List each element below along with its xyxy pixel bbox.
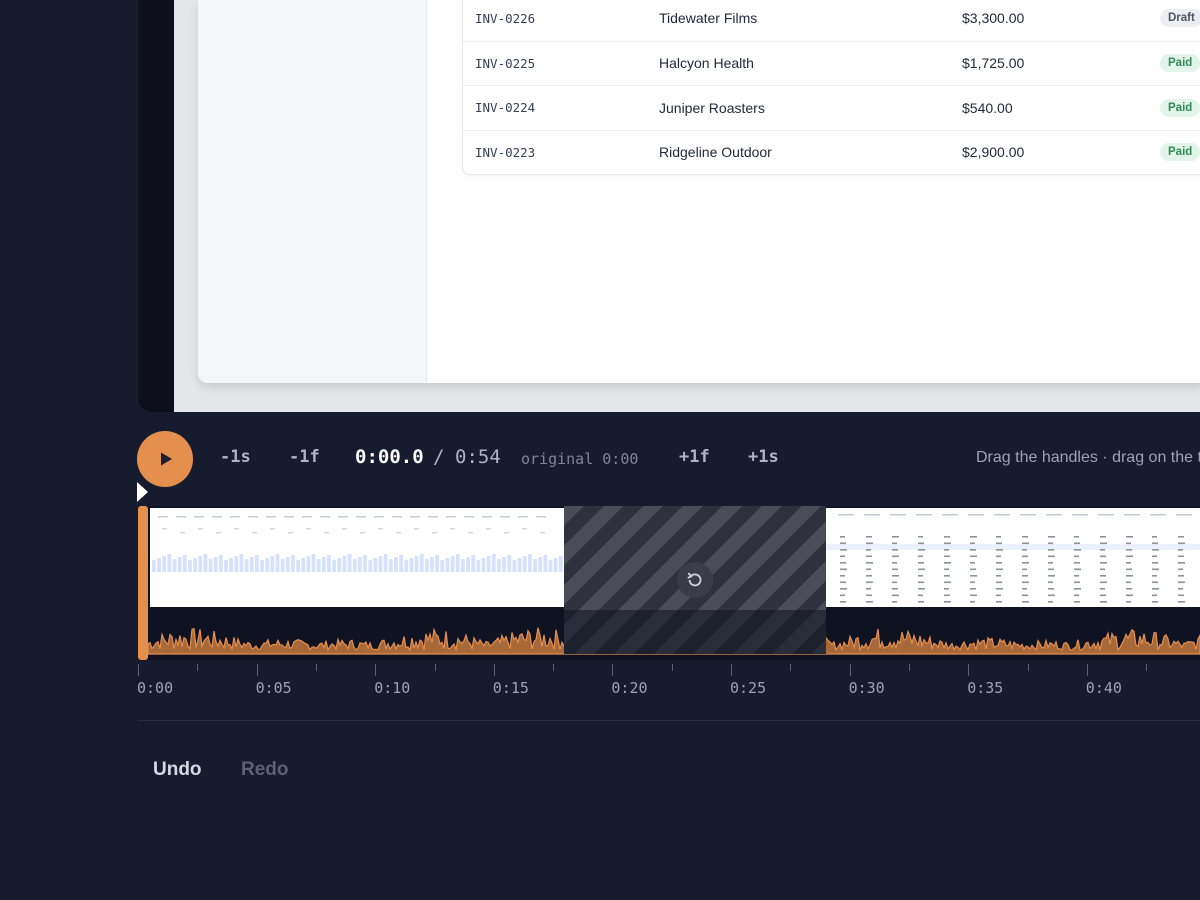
video-preview: INV-0226 Tidewater Films $3,300.00 Draft… xyxy=(174,0,1200,412)
ruler-label: 0:10 xyxy=(374,679,411,697)
original-time: original 0:00 xyxy=(521,450,639,468)
ruler-minor-tick xyxy=(315,664,317,671)
ruler-label: 0:35 xyxy=(967,679,1004,697)
play-icon xyxy=(161,452,172,466)
invoice-amount: $2,900.00 xyxy=(962,144,1025,161)
status-badge: Paid xyxy=(1160,54,1200,73)
table-row: INV-0224 Juniper Roasters $540.00 Paid xyxy=(463,85,1200,130)
status-badge: Draft xyxy=(1160,9,1200,28)
table-row: INV-0226 Tidewater Films $3,300.00 Draft xyxy=(463,0,1200,41)
invoice-id: INV-0223 xyxy=(475,144,536,160)
forward-one-second-button[interactable]: +1s xyxy=(748,447,779,467)
ruler-minor-tick xyxy=(434,664,436,671)
divider xyxy=(138,720,1200,721)
restore-cut-button[interactable] xyxy=(677,562,713,598)
ruler-label: 0:25 xyxy=(730,679,767,697)
table-row: INV-0223 Ridgeline Outdoor $2,900.00 Pai… xyxy=(463,129,1200,175)
playhead[interactable] xyxy=(137,482,148,502)
video-thumbnail xyxy=(150,508,564,607)
total-duration: 0:54 xyxy=(455,446,501,468)
ruler-label: 0:00 xyxy=(138,679,174,697)
invoice-table: INV-0226 Tidewater Films $3,300.00 Draft… xyxy=(462,0,1200,175)
invoice-amount: $3,300.00 xyxy=(962,10,1025,27)
status-badge: Paid xyxy=(1160,143,1200,162)
back-one-frame-button[interactable]: -1f xyxy=(289,447,320,467)
invoice-id: INV-0225 xyxy=(475,55,536,71)
ruler-label: 0:15 xyxy=(492,679,529,697)
ruler-minor-tick xyxy=(197,664,199,671)
ruler-label: 0:40 xyxy=(1085,679,1122,697)
status-badge: Paid xyxy=(1160,98,1200,117)
ruler-major-tick xyxy=(968,664,970,676)
recorded-app-window: INV-0226 Tidewater Films $3,300.00 Draft… xyxy=(198,0,1200,383)
ruler-label: 0:30 xyxy=(848,679,885,697)
undo-button[interactable]: Undo xyxy=(153,759,202,781)
timeline[interactable] xyxy=(138,506,1200,660)
cut-region-shade xyxy=(564,610,826,654)
current-time: 0:00.0 xyxy=(355,446,424,468)
invoice-client: Ridgeline Outdoor xyxy=(659,144,772,161)
ruler-minor-tick xyxy=(553,664,555,671)
table-row: INV-0225 Halcyon Health $1,725.00 Paid xyxy=(463,40,1200,86)
invoice-amount: $540.00 xyxy=(962,99,1013,116)
recorded-app-sidebar xyxy=(198,0,427,383)
ruler-major-tick xyxy=(138,664,139,676)
ruler-minor-tick xyxy=(1027,664,1029,671)
time-separator: / xyxy=(433,446,445,468)
video-thumbnail xyxy=(826,508,1200,607)
preview-backdrop xyxy=(138,0,178,412)
back-one-second-button[interactable]: -1s xyxy=(220,447,251,467)
ruler-label: 0:05 xyxy=(255,679,292,697)
timeline-hint: Drag the handles · drag on the timeline xyxy=(976,449,1200,466)
ruler-major-tick xyxy=(256,664,258,676)
ruler-major-tick xyxy=(731,664,732,676)
invoice-client: Tidewater Films xyxy=(659,10,758,27)
ruler-major-tick xyxy=(375,664,377,676)
ruler-major-tick xyxy=(849,664,851,676)
forward-one-frame-button[interactable]: +1f xyxy=(679,447,710,467)
ruler-minor-tick xyxy=(671,664,673,671)
invoice-id: INV-0224 xyxy=(475,100,536,116)
trim-handle-start[interactable] xyxy=(138,506,148,660)
ruler-minor-tick xyxy=(908,664,910,671)
ruler-minor-tick xyxy=(790,664,792,671)
play-button[interactable] xyxy=(137,431,193,487)
invoice-id: INV-0226 xyxy=(475,10,536,26)
invoice-client: Juniper Roasters xyxy=(659,99,765,116)
recorded-app-main: INV-0226 Tidewater Films $3,300.00 Draft… xyxy=(427,0,1200,383)
ruler-major-tick xyxy=(1086,664,1088,676)
redo-button[interactable]: Redo xyxy=(241,759,289,781)
invoice-amount: $1,725.00 xyxy=(962,55,1025,72)
ruler-major-tick xyxy=(612,664,614,676)
invoice-client: Halcyon Health xyxy=(659,55,754,72)
ruler-label: 0:20 xyxy=(611,679,648,697)
ruler-minor-tick xyxy=(1146,664,1148,671)
ruler-major-tick xyxy=(493,664,495,676)
undo-arrow-icon xyxy=(687,572,702,587)
time-ruler: 0:000:050:100:150:200:250:300:350:400:45 xyxy=(138,660,1200,700)
